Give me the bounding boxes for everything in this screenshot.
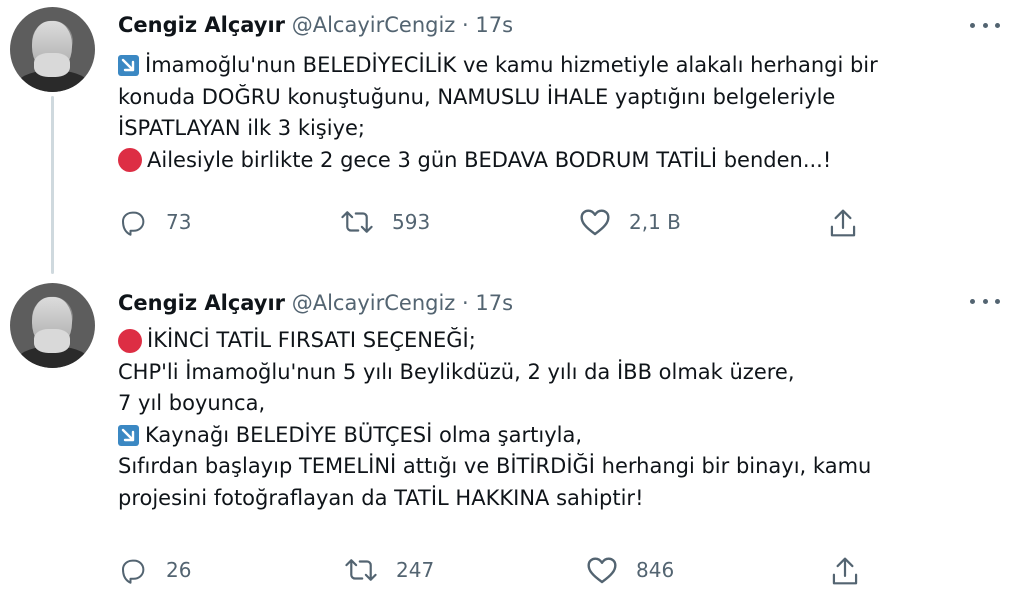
tweet-line-text: 7 yıl boyunca, — [118, 391, 266, 415]
author-name[interactable]: Cengiz Alçayır — [118, 291, 285, 315]
tweet-line-text: CHP'li İmamoğlu'nun 5 yılı Beylikdüzü, 2… — [118, 359, 795, 384]
timestamp[interactable]: 17s — [475, 291, 513, 315]
author-name[interactable]: Cengiz Alçayır — [118, 13, 285, 37]
heart-icon — [580, 209, 610, 236]
reply-button[interactable]: 73 — [118, 207, 191, 237]
heart-icon — [587, 557, 617, 584]
red-circle-emoji-icon — [118, 148, 142, 173]
retweet-button[interactable]: 593 — [340, 207, 430, 237]
tweet-line: İSPATLAYAN ilk 3 kişiye; — [118, 113, 998, 145]
reply-icon — [122, 211, 145, 236]
arrow-down-right-emoji-icon — [118, 55, 139, 77]
tweet-line: konuda DOĞRU konuştuğunu, NAMUSLU İHALE … — [118, 82, 998, 114]
author-handle[interactable]: @AlcayirCengiz — [292, 291, 456, 315]
tweet-line-text: İmamoğlu'nun BELEDİYECİLİK ve kamu hizme… — [145, 53, 878, 77]
like-count: 846 — [636, 558, 675, 582]
tweet-line: Kaynağı BELEDİYE BÜTÇESİ olma şartıyla, — [118, 420, 998, 452]
tweet-text: İKİNCİ TATİL FIRSATI SEÇENEĞİ; CHP'li İm… — [118, 325, 998, 514]
reply-count: 26 — [166, 558, 192, 582]
avatar[interactable] — [10, 7, 95, 92]
more-options-icon[interactable] — [970, 15, 1000, 35]
reply-button[interactable]: 26 — [118, 555, 191, 585]
tweet-header: Cengiz Alçayır @AlcayirCengiz · 17s — [118, 11, 513, 39]
retweet-button[interactable]: 247 — [344, 555, 434, 585]
avatar[interactable] — [10, 283, 95, 368]
red-circle-emoji-icon — [118, 328, 142, 353]
tweet-line: İKİNCİ TATİL FIRSATI SEÇENEĞİ; — [118, 325, 998, 357]
tweet-line-text: Kaynağı BELEDİYE BÜTÇESİ olma şartıyla, — [145, 422, 583, 447]
tweet-2[interactable]: Cengiz Alçayır @AlcayirCengiz · 17s İKİN… — [0, 275, 1016, 606]
timestamp[interactable]: 17s — [475, 13, 513, 37]
tweet-line: İmamoğlu'nun BELEDİYECİLİK ve kamu hizme… — [118, 50, 998, 82]
more-options-icon[interactable] — [970, 291, 1000, 311]
tweet-line-text: İSPATLAYAN ilk 3 kişiye; — [118, 116, 366, 140]
author-handle[interactable]: @AlcayirCengiz — [292, 13, 456, 37]
tweet-line: 7 yıl boyunca, — [118, 388, 998, 420]
like-button[interactable]: 846 — [586, 555, 674, 585]
tweet-text: İmamoğlu'nun BELEDİYECİLİK ve kamu hizme… — [118, 50, 998, 176]
tweet-line-text: Sıfırdan başlayıp TEMELİNİ attığı ve BİT… — [118, 454, 872, 478]
tweet-line-text: Ailesiyle birlikte 2 gece 3 gün BEDAVA B… — [147, 147, 832, 172]
separator-dot: · — [462, 291, 469, 315]
like-count: 2,1 B — [629, 210, 681, 234]
like-button[interactable]: 2,1 B — [579, 207, 681, 237]
tweet-line: projesini fotoğraflayan da TATİL HAKKINA… — [118, 483, 998, 515]
tweet-line-text: projesini fotoğraflayan da TATİL HAKKINA… — [118, 485, 644, 510]
tweet-line: CHP'li İmamoğlu'nun 5 yılı Beylikdüzü, 2… — [118, 357, 998, 389]
reply-count: 73 — [166, 210, 192, 234]
tweet-line: Ailesiyle birlikte 2 gece 3 gün BEDAVA B… — [118, 145, 998, 177]
retweet-icon — [341, 211, 373, 233]
tweet-line: Sıfırdan başlayıp TEMELİNİ attığı ve BİT… — [118, 451, 998, 483]
tweet-line-text: İKİNCİ TATİL FIRSATI SEÇENEĞİ; — [147, 328, 476, 352]
share-button[interactable] — [828, 207, 858, 239]
arrow-down-right-emoji-icon — [118, 424, 139, 446]
share-button[interactable] — [830, 555, 860, 587]
tweet-line-text: konuda DOĞRU konuştuğunu, NAMUSLU İHALE … — [118, 84, 836, 109]
tweet-actions: 73 593 2,1 B — [118, 207, 898, 243]
tweet-actions: 26 247 846 — [118, 555, 898, 591]
retweet-icon — [345, 559, 377, 581]
retweet-count: 247 — [396, 558, 435, 582]
tweet-1[interactable]: Cengiz Alçayır @AlcayirCengiz · 17s İmam… — [0, 0, 1016, 270]
separator-dot: · — [462, 13, 469, 37]
reply-icon — [122, 559, 145, 584]
share-icon — [832, 557, 858, 585]
retweet-count: 593 — [392, 210, 431, 234]
share-icon — [830, 209, 856, 237]
tweet-header: Cengiz Alçayır @AlcayirCengiz · 17s — [118, 289, 513, 317]
